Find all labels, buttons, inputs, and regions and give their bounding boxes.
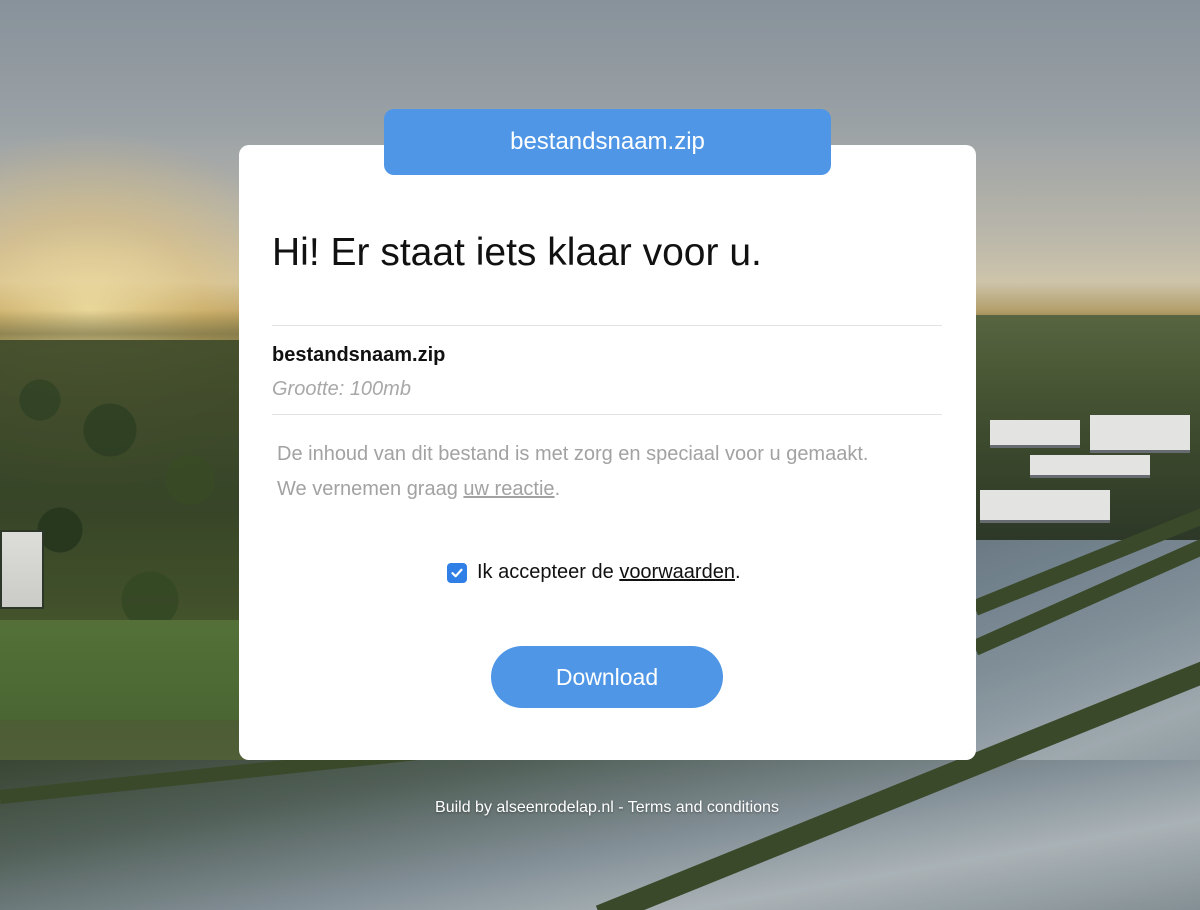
footer-build-text: Build by alseenrodelap.nl — [435, 799, 614, 816]
description-line-1: De inhoud van dit bestand is met zorg en… — [277, 443, 869, 465]
file-name-tab: bestandsnaam.zip — [384, 109, 831, 175]
terms-suffix: . — [734, 561, 741, 583]
checkmark-icon — [451, 568, 463, 577]
download-button[interactable]: Download — [491, 646, 723, 708]
file-name: bestandsnaam.zip — [272, 344, 446, 366]
description-suffix: . — [554, 478, 561, 500]
file-size: Grootte: 100mb — [272, 378, 411, 400]
page-title: Hi! Er staat iets klaar voor u. — [272, 231, 762, 274]
feedback-link[interactable]: uw reactie — [463, 478, 554, 500]
file-name-tab-label: bestandsnaam.zip — [510, 128, 705, 155]
download-card: Hi! Er staat iets klaar voor u. bestands… — [239, 145, 976, 760]
terms-prefix: Ik accepteer de — [477, 561, 620, 583]
terms-row: Ik accepteer de voorwaarden. — [447, 561, 741, 584]
divider — [272, 325, 942, 326]
divider — [272, 414, 942, 415]
terms-link[interactable]: voorwaarden — [619, 561, 735, 584]
file-description: De inhoud van dit bestand is met zorg en… — [277, 437, 957, 507]
footer-terms-link[interactable]: Terms and conditions — [628, 799, 779, 816]
footer-separator: - — [613, 799, 628, 816]
terms-checkbox[interactable] — [447, 562, 467, 583]
description-prefix: We vernemen graag — [277, 478, 464, 500]
footer: Build by alseenrodelap.nl - Terms and co… — [0, 799, 1200, 817]
description-line-2: We vernemen graag uw reactie. — [277, 472, 957, 507]
